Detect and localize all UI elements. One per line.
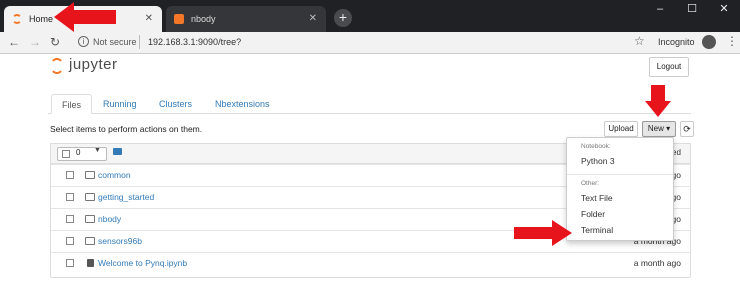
notebook-favicon-icon [174, 14, 184, 24]
minimize-button[interactable]: – [644, 0, 676, 18]
item-name[interactable]: common [98, 170, 131, 180]
new-dropdown-menu: Notebook: Python 3 Other: Text File Fold… [566, 137, 674, 241]
selection-instructions: Select items to perform actions on them. [50, 124, 203, 134]
item-name[interactable]: sensors96b [98, 236, 142, 246]
annotation-arrow-left-icon [54, 2, 116, 32]
item-name[interactable]: getting_started [98, 192, 154, 202]
row-checkbox[interactable] [66, 171, 74, 179]
close-icon[interactable]: ✕ [309, 13, 317, 24]
close-icon[interactable]: ✕ [145, 13, 153, 24]
menu-section-header: Other: [581, 180, 600, 187]
menu-item-terminal[interactable]: Terminal [567, 225, 673, 235]
back-arrow-icon[interactable]: ← [8, 35, 20, 49]
profile-label: Incognito [658, 37, 695, 47]
menu-section-header: Notebook: [581, 143, 611, 150]
selected-count: 0 [76, 148, 81, 157]
bookmark-star-icon[interactable]: ☆ [634, 34, 645, 48]
select-all-checkbox[interactable] [62, 150, 70, 158]
reload-icon[interactable]: ↻ [50, 35, 60, 49]
menu-item-python3[interactable]: Python 3 [567, 156, 673, 166]
caret-down-icon[interactable]: ▼ [94, 147, 101, 154]
folder-icon [85, 237, 95, 245]
address-bar[interactable]: 192.168.3.1:9090/tree? [148, 37, 241, 47]
window-close-button[interactable]: ✕ [708, 0, 740, 18]
logout-button[interactable]: Logout [649, 57, 689, 77]
menu-dots-icon[interactable]: ⋮ [726, 34, 738, 48]
browser-tab-nbody[interactable]: nbody ✕ [166, 6, 326, 32]
tab-label: nbody [191, 14, 216, 24]
menu-divider [567, 174, 673, 175]
tab-clusters[interactable]: Clusters [149, 94, 202, 114]
upload-button[interactable]: Upload [604, 121, 638, 137]
row-checkbox[interactable] [66, 193, 74, 201]
incognito-icon[interactable] [702, 35, 716, 49]
security-indicator[interactable]: Not secure [93, 37, 137, 47]
row-checkbox[interactable] [66, 237, 74, 245]
jupyter-favicon-icon [12, 14, 22, 24]
menu-item-text-file[interactable]: Text File [567, 193, 673, 203]
item-modified: a month ago [633, 258, 681, 268]
divider [139, 35, 140, 49]
maximize-button[interactable]: ☐ [676, 0, 708, 18]
folder-icon [85, 171, 95, 179]
item-name[interactable]: Welcome to Pynq.ipynb [98, 258, 187, 268]
row-checkbox[interactable] [66, 215, 74, 223]
forward-arrow-icon[interactable]: → [29, 35, 41, 49]
notebook-icon [87, 259, 94, 267]
refresh-button[interactable]: ⟳ [680, 121, 694, 137]
folder-icon[interactable] [113, 148, 122, 155]
folder-icon [85, 215, 95, 223]
new-button[interactable]: New ▾ [642, 121, 676, 137]
tab-running[interactable]: Running [93, 94, 147, 114]
new-tab-button[interactable]: + [334, 9, 352, 27]
info-icon[interactable]: i [78, 36, 89, 47]
row-checkbox[interactable] [66, 259, 74, 267]
jupyter-logo-text[interactable]: jupyter [69, 56, 118, 73]
list-item[interactable]: Welcome to Pynq.ipynb a month ago [51, 252, 690, 274]
tab-nbextensions[interactable]: Nbextensions [205, 94, 280, 114]
item-name[interactable]: nbody [98, 214, 121, 224]
menu-item-folder[interactable]: Folder [567, 209, 673, 219]
tab-label: Home [29, 14, 54, 24]
annotation-arrow-down-icon [645, 85, 671, 117]
address-toolbar: ← → ↻ i Not secure 192.168.3.1:9090/tree… [0, 32, 740, 54]
folder-icon [85, 193, 95, 201]
tab-files[interactable]: Files [51, 94, 93, 114]
jupyter-logo-icon [50, 58, 64, 74]
annotation-arrow-right-icon [514, 220, 572, 246]
